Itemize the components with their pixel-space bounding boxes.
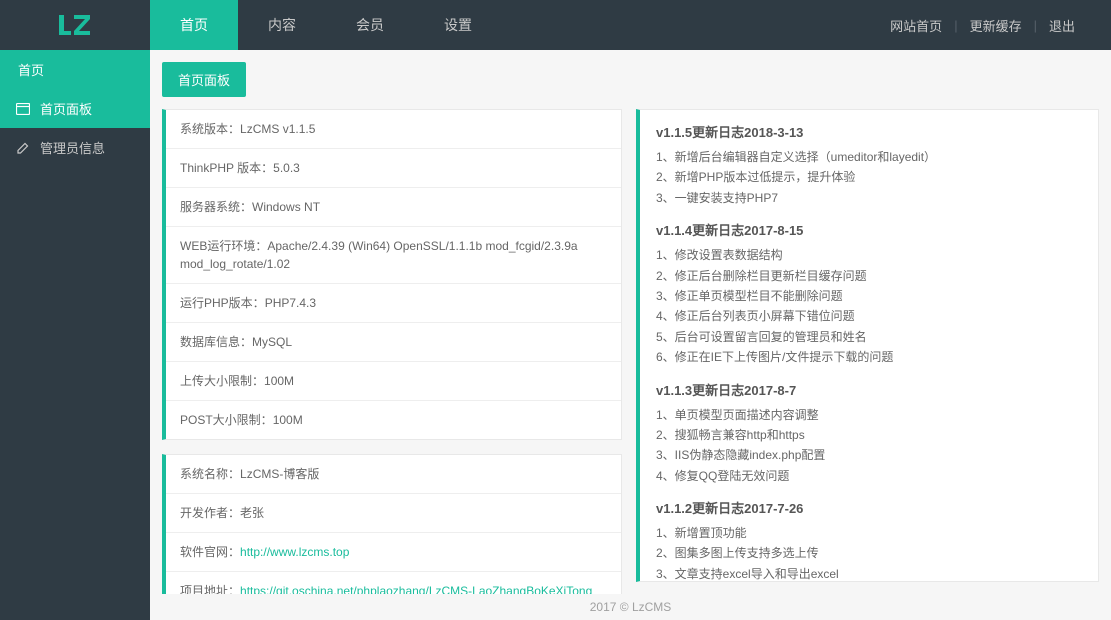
changelog-line: 1、新增置顶功能 xyxy=(656,523,1082,543)
sidebar-item-dashboard[interactable]: 首页面板 xyxy=(0,89,150,128)
changelog-card: v1.1.5更新日志2018-3-13 1、新增后台编辑器自定义选择（umedit… xyxy=(636,109,1099,582)
changelog-line: 2、图集多图上传支持多选上传 xyxy=(656,543,1082,563)
footer: 2017 © LzCMS xyxy=(150,594,1111,620)
info-row: 系统版本：LzCMS v1.1.5 xyxy=(166,110,621,149)
changelog-line: 2、搜狐畅言兼容http和https xyxy=(656,425,1082,445)
changelog-block: v1.1.2更新日志2017-7-26 1、新增置顶功能2、图集多图上传支持多选上… xyxy=(656,498,1082,582)
changelog-title: v1.1.5更新日志2018-3-13 xyxy=(656,122,1082,141)
info-row: 开发作者：老张 xyxy=(166,494,621,533)
changelog-title: v1.1.2更新日志2017-7-26 xyxy=(656,498,1082,517)
edit-icon xyxy=(16,141,30,155)
page-title: 首页面板 xyxy=(162,62,246,97)
changelog-line: 6、修正在IE下上传图片/文件提示下载的问题 xyxy=(656,347,1082,367)
nav-home[interactable]: 首页 xyxy=(150,0,238,50)
link-site-home[interactable]: 网站首页 xyxy=(878,16,954,35)
link-refresh-cache[interactable]: 更新缓存 xyxy=(958,16,1034,35)
changelog-title: v1.1.3更新日志2017-8-7 xyxy=(656,380,1082,399)
sidebar-item-label: 管理员信息 xyxy=(40,138,105,157)
breadcrumb: 首页 xyxy=(0,50,150,89)
info-row: ThinkPHP 版本：5.0.3 xyxy=(166,149,621,188)
info-row: WEB运行环境：Apache/2.4.39 (Win64) OpenSSL/1.… xyxy=(166,227,621,284)
info-row: POST大小限制：100M xyxy=(166,401,621,439)
site-info-card: 系统名称：LzCMS-博客版 开发作者：老张 软件官网：http://www.l… xyxy=(162,454,622,594)
changelog-line: 4、修复QQ登陆无效问题 xyxy=(656,466,1082,486)
system-info-card: 系统版本：LzCMS v1.1.5 ThinkPHP 版本：5.0.3 服务器系… xyxy=(162,109,622,440)
sidebar-item-label: 首页面板 xyxy=(40,99,92,118)
logo[interactable] xyxy=(0,0,150,50)
info-row: 系统名称：LzCMS-博客版 xyxy=(166,455,621,494)
header: 首页 内容 会员 设置 网站首页 | 更新缓存 | 退出 xyxy=(0,0,1111,50)
changelog-line: 2、修正后台删除栏目更新栏目缓存问题 xyxy=(656,266,1082,286)
official-site-link[interactable]: http://www.lzcms.top xyxy=(240,545,349,559)
changelog-line: 1、修改设置表数据结构 xyxy=(656,245,1082,265)
changelog-block: v1.1.4更新日志2017-8-15 1、修改设置表数据结构2、修正后台删除栏目… xyxy=(656,220,1082,367)
info-row: 服务器系统：Windows NT xyxy=(166,188,621,227)
changelog-line: 5、后台可设置留言回复的管理员和姓名 xyxy=(656,327,1082,347)
sidebar: 首页 首页面板 管理员信息 xyxy=(0,50,150,620)
nav-settings[interactable]: 设置 xyxy=(414,0,502,50)
changelog-line: 3、IIS伪静态隐藏index.php配置 xyxy=(656,445,1082,465)
page-top: 首页面板 xyxy=(150,50,1111,97)
nav-member[interactable]: 会员 xyxy=(326,0,414,50)
changelog-line: 1、单页模型页面描述内容调整 xyxy=(656,405,1082,425)
changelog-line: 4、修正后台列表页小屏幕下错位问题 xyxy=(656,306,1082,326)
main: 首页面板 系统版本：LzCMS v1.1.5 ThinkPHP 版本：5.0.3… xyxy=(150,50,1111,620)
sidebar-item-admin-info[interactable]: 管理员信息 xyxy=(0,128,150,167)
panel-icon xyxy=(16,102,30,116)
header-right: 网站首页 | 更新缓存 | 退出 xyxy=(878,16,1111,35)
info-row: 项目地址：https://git.oschina.net/phplaozhang… xyxy=(166,572,621,594)
changelog-title: v1.1.4更新日志2017-8-15 xyxy=(656,220,1082,239)
changelog-line: 3、文章支持excel导入和导出excel xyxy=(656,564,1082,582)
info-row: 数据库信息：MySQL xyxy=(166,323,621,362)
top-nav: 首页 内容 会员 设置 xyxy=(150,0,502,50)
changelog-line: 3、修正单页模型栏目不能删除问题 xyxy=(656,286,1082,306)
info-row: 软件官网：http://www.lzcms.top xyxy=(166,533,621,572)
changelog-line: 1、新增后台编辑器自定义选择（umeditor和layedit） xyxy=(656,147,1082,167)
repo-link[interactable]: https://git.oschina.net/phplaozhang/LzCM… xyxy=(240,584,592,594)
changelog-block: v1.1.3更新日志2017-8-7 1、单页模型页面描述内容调整2、搜狐畅言兼容… xyxy=(656,380,1082,487)
nav-content[interactable]: 内容 xyxy=(238,0,326,50)
changelog-line: 3、一键安装支持PHP7 xyxy=(656,188,1082,208)
link-logout[interactable]: 退出 xyxy=(1037,16,1087,35)
changelog-line: 2、新增PHP版本过低提示，提升体验 xyxy=(656,167,1082,187)
changelog-block: v1.1.5更新日志2018-3-13 1、新增后台编辑器自定义选择（umedit… xyxy=(656,122,1082,208)
info-row: 运行PHP版本：PHP7.4.3 xyxy=(166,284,621,323)
info-row: 上传大小限制：100M xyxy=(166,362,621,401)
